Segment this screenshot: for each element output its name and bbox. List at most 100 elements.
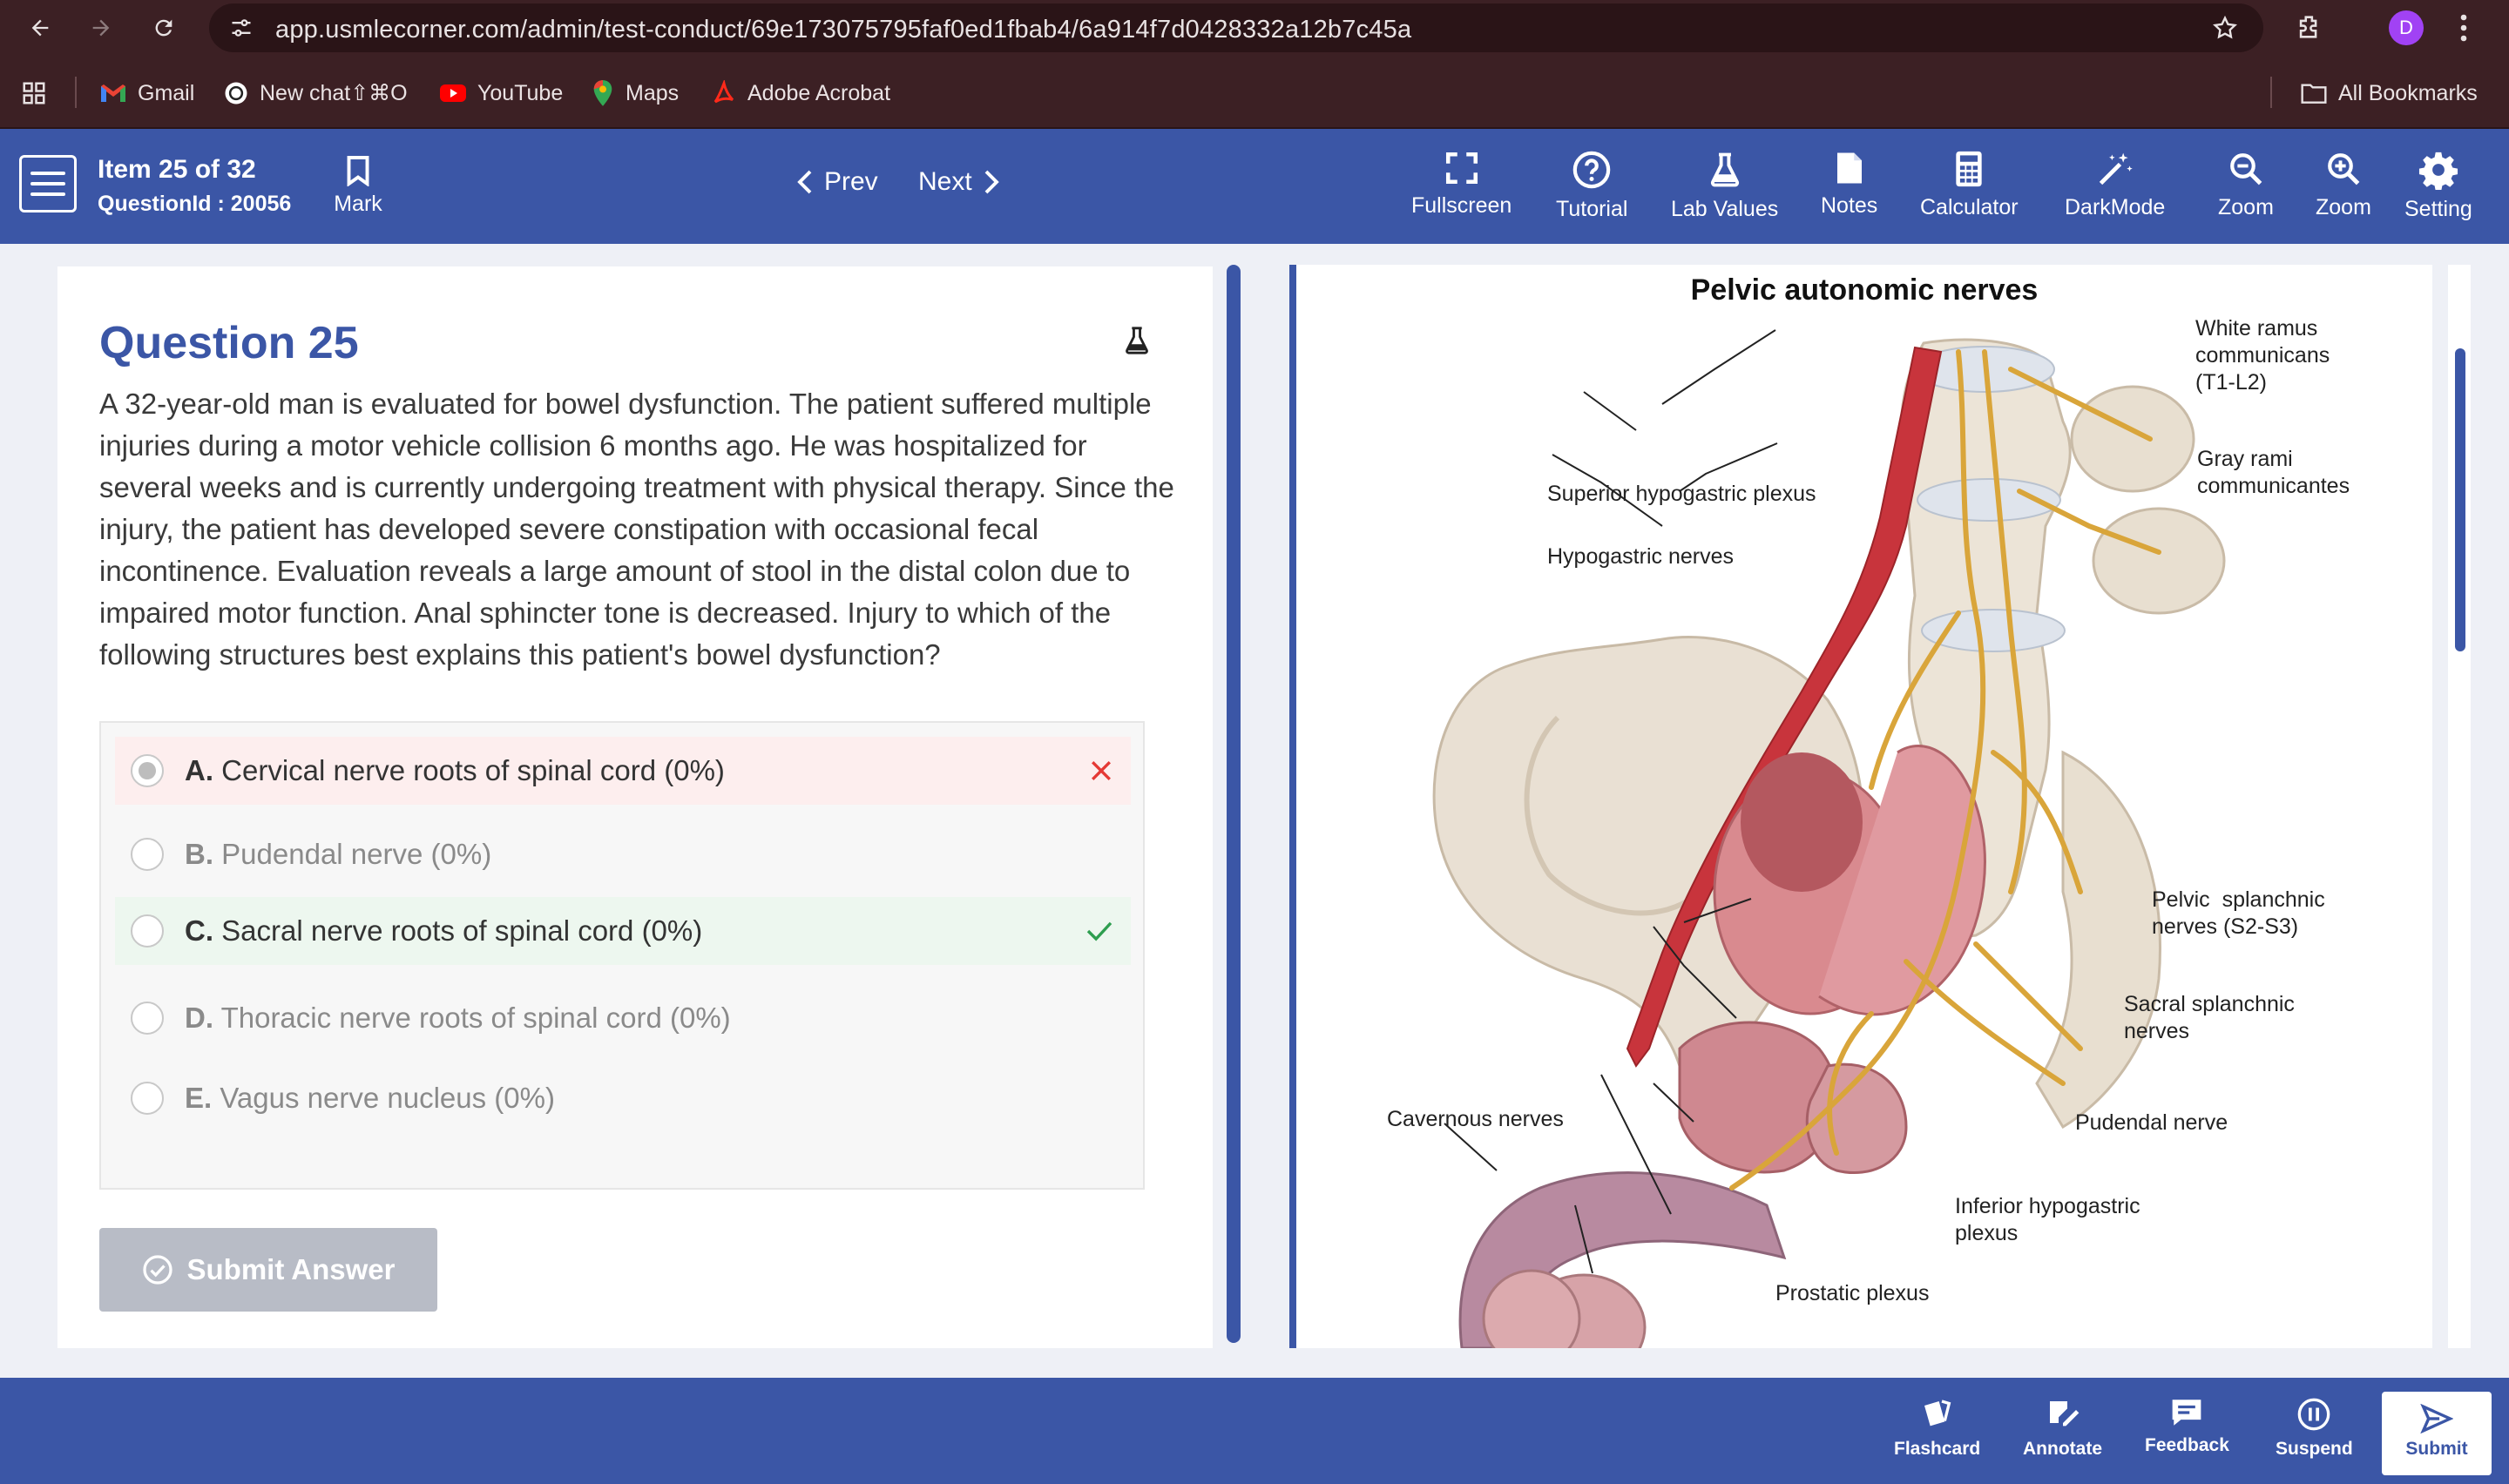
prev-label: Prev xyxy=(824,167,878,196)
all-bookmarks[interactable]: All Bookmarks xyxy=(2300,78,2478,108)
label-text: Superior hypogastric plexus xyxy=(1547,482,1816,506)
address-bar[interactable]: app.usmlecorner.com/admin/test-conduct/6… xyxy=(209,3,2263,52)
flashcard-button[interactable]: Flashcard xyxy=(1894,1397,1980,1460)
label-inferior-hypogastric-plexus: Inferior hypogastric plexus xyxy=(1955,1193,2140,1247)
bookmark-label: Adobe Acrobat xyxy=(747,80,891,105)
tool-label: Zoom xyxy=(2316,195,2371,219)
choice-letter: E. xyxy=(185,1082,213,1114)
acrobat-icon xyxy=(713,80,734,104)
feedback-icon xyxy=(2173,1400,2201,1426)
label-text: Inferior hypogastric plexus xyxy=(1955,1194,2140,1245)
submit-label: Submit xyxy=(2405,1439,2468,1459)
fullscreen-button[interactable]: Fullscreen xyxy=(1411,150,1511,219)
label-hypogastric-nerves: Hypogastric nerves xyxy=(1547,543,1734,570)
chatgpt-icon xyxy=(225,82,247,105)
annotate-button[interactable]: Annotate xyxy=(2023,1397,2102,1460)
feedback-button[interactable]: Feedback xyxy=(2145,1397,2229,1456)
answer-choice-d[interactable]: D. Thoracic nerve roots of spinal cord (… xyxy=(115,984,1131,1052)
bookmark-label: Maps xyxy=(626,80,680,105)
bookmark-maps[interactable]: Maps xyxy=(591,78,679,108)
lab-flask-icon[interactable] xyxy=(1122,324,1152,357)
back-button[interactable] xyxy=(21,9,59,47)
submit-block-button[interactable]: Submit xyxy=(2382,1392,2492,1475)
label-cavernous-nerves: Cavernous nerves xyxy=(1387,1106,1564,1133)
darkmode-button[interactable]: DarkMode xyxy=(2065,150,2165,220)
bookmark-label: Gmail xyxy=(138,80,195,105)
question-panel: Question 25 A 32-year-old man is evaluat… xyxy=(57,266,1213,1348)
radio-button[interactable] xyxy=(131,914,164,948)
incorrect-x-icon xyxy=(1092,761,1111,780)
reload-button[interactable] xyxy=(145,9,183,47)
panel-resize-handle[interactable] xyxy=(1227,265,1241,1343)
folder-icon xyxy=(2301,84,2327,104)
zoom-out-icon xyxy=(2230,153,2262,186)
prev-button[interactable]: Prev xyxy=(796,167,878,197)
menu-button[interactable] xyxy=(19,155,77,212)
setting-button[interactable]: Setting xyxy=(2404,150,2472,222)
radio-button[interactable] xyxy=(131,838,164,871)
answer-choice-a[interactable]: A. Cervical nerve roots of spinal cord (… xyxy=(115,737,1131,805)
bookmark-separator xyxy=(75,77,77,108)
question-id: QuestionId : 20056 xyxy=(98,192,292,216)
choice-letter: A. xyxy=(185,754,213,786)
bookmark-youtube[interactable]: YouTube xyxy=(439,78,563,108)
image-scrollbar-thumb[interactable] xyxy=(2455,348,2465,651)
notes-icon xyxy=(1836,152,1862,184)
calculator-icon xyxy=(1956,151,1982,187)
url-text: app.usmlecorner.com/admin/test-conduct/6… xyxy=(275,16,1412,44)
bookmark-adobe-acrobat[interactable]: Adobe Acrobat xyxy=(711,78,890,108)
next-label: Next xyxy=(918,167,972,196)
choice-letter: D. xyxy=(185,1002,213,1034)
mark-button[interactable]: Mark xyxy=(329,155,387,217)
reload-icon xyxy=(155,19,172,37)
zoom-in-button[interactable]: Zoom xyxy=(2316,150,2371,220)
question-title: Question 25 xyxy=(99,318,359,368)
label-pudendal-nerve: Pudendal nerve xyxy=(2075,1110,2228,1137)
radio-button[interactable] xyxy=(131,754,164,787)
zoom-in-icon xyxy=(2328,153,2360,186)
tool-label: Notes xyxy=(1821,193,1878,218)
label-sacral-splanchnic-nerves: Sacral splanchnic nerves xyxy=(2124,991,2295,1045)
submit-answer-button[interactable]: Submit Answer xyxy=(99,1228,437,1312)
pause-icon xyxy=(2298,1398,2330,1431)
label-gray-rami: Gray rami communicantes xyxy=(2197,446,2350,500)
choice-letter: C. xyxy=(185,914,213,947)
label-text: Prostatic plexus xyxy=(1775,1281,1930,1305)
answer-choice-b[interactable]: B. Pudendal nerve (0%) xyxy=(115,820,1131,888)
bookmark-new-chat[interactable]: New chat⇧⌘O xyxy=(223,78,408,108)
flask-icon xyxy=(1710,152,1739,187)
label-text: Pelvic splanchnic nerves (S2-S3) xyxy=(2152,887,2325,939)
all-bookmarks-label: All Bookmarks xyxy=(2338,80,2478,105)
choice-text: Cervical nerve roots of spinal cord (0%) xyxy=(221,754,725,786)
tutorial-button[interactable]: Tutorial xyxy=(1556,150,1627,222)
chevron-left-icon xyxy=(797,170,812,194)
extensions-icon[interactable] xyxy=(2295,12,2324,42)
gmail-icon xyxy=(101,84,125,102)
answer-choice-c[interactable]: C. Sacral nerve roots of spinal cord (0%… xyxy=(115,897,1131,965)
next-button[interactable]: Next xyxy=(918,167,1000,197)
forward-button[interactable] xyxy=(82,9,120,47)
tool-label: DarkMode xyxy=(2065,195,2166,219)
send-icon xyxy=(2420,1404,2453,1433)
rectum xyxy=(1713,745,1986,1016)
youtube-icon xyxy=(440,84,466,102)
footer-button-label: Annotate xyxy=(2023,1439,2102,1459)
darkmode-icon xyxy=(2099,152,2133,186)
apps-grid-icon[interactable] xyxy=(21,80,47,106)
submit-answer-label: Submit Answer xyxy=(186,1253,396,1285)
bookmark-gmail[interactable]: Gmail xyxy=(99,78,194,108)
zoom-out-button[interactable]: Zoom xyxy=(2218,150,2274,220)
bookmark-star-icon[interactable] xyxy=(2211,14,2239,42)
profile-avatar[interactable]: D xyxy=(2389,10,2424,45)
tool-label: Setting xyxy=(2404,197,2472,221)
lab-values-button[interactable]: Lab Values xyxy=(1671,150,1778,222)
calculator-button[interactable]: Calculator xyxy=(1920,150,2019,220)
chevron-right-icon xyxy=(984,170,999,194)
radio-button[interactable] xyxy=(131,1082,164,1115)
bookmark-label: YouTube xyxy=(477,80,564,105)
more-menu-icon[interactable] xyxy=(2455,12,2472,44)
suspend-button[interactable]: Suspend xyxy=(2276,1397,2353,1460)
radio-button[interactable] xyxy=(131,1002,164,1035)
notes-button[interactable]: Notes xyxy=(1821,150,1877,219)
answer-choice-e[interactable]: E. Vagus nerve nucleus (0%) xyxy=(115,1064,1131,1132)
